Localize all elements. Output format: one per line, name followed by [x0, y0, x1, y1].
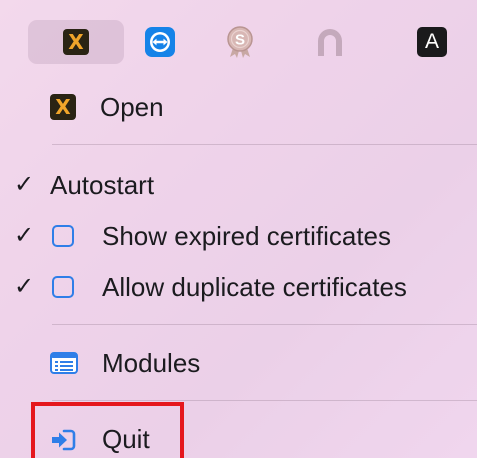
menu-item-modules[interactable]: Modules [0, 340, 477, 386]
menu-bar: X S A [0, 0, 477, 84]
quit-highlight-box [31, 402, 184, 458]
separator [52, 400, 477, 401]
list-window-icon [50, 352, 78, 374]
menubar-xca-item[interactable]: X [28, 20, 124, 64]
modules-icon-wrap [50, 352, 78, 374]
menu-item-show-expired[interactable]: ✓ Show expired certificates [0, 213, 477, 259]
checkbox-icon [52, 276, 74, 298]
input-source-icon: A [417, 27, 447, 57]
menu-item-autostart[interactable]: ✓ Autostart [0, 162, 477, 208]
checkmark-icon: ✓ [14, 222, 35, 249]
seal-glyph: S [235, 32, 245, 49]
checkbox-icon [52, 225, 74, 247]
menu-item-allow-duplicate[interactable]: ✓ Allow duplicate certificates [0, 264, 477, 310]
menu-item-open[interactable]: X Open [0, 84, 477, 130]
menubar-input-source-item[interactable]: A [406, 20, 458, 64]
menubar-certificate-item[interactable]: S [214, 20, 266, 64]
separator [52, 144, 477, 145]
xca-icon: X [63, 29, 89, 55]
arch-icon [318, 29, 342, 56]
menu-item-autostart-label: Autostart [50, 169, 155, 200]
menubar-arch-item[interactable] [304, 20, 356, 64]
menubar-teamviewer-item[interactable] [134, 20, 186, 64]
menu-item-open-label: Open [100, 91, 164, 122]
open-xca-icon-wrap: X [50, 94, 76, 120]
menu-item-modules-label: Modules [102, 347, 201, 378]
certificate-seal-icon: S [227, 26, 253, 58]
checkmark-icon: ✓ [14, 273, 35, 300]
teamviewer-icon [145, 27, 175, 57]
xca-icon: X [50, 94, 76, 120]
checkmark-icon: ✓ [14, 171, 35, 198]
menu-item-allow-duplicate-label: Allow duplicate certificates [102, 271, 407, 302]
separator [52, 324, 477, 325]
menu-item-show-expired-label: Show expired certificates [102, 220, 392, 251]
